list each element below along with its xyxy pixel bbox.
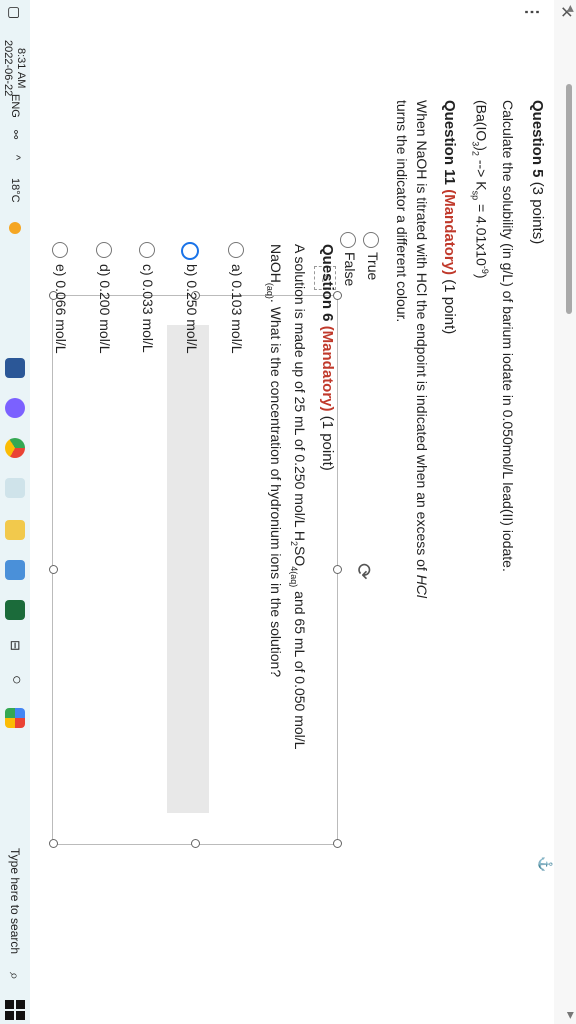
widgets-icon[interactable]: ⊟: [7, 640, 23, 651]
option-c[interactable]: c) 0.033 mol/L: [137, 242, 157, 542]
network-icon[interactable]: ⚯: [9, 130, 22, 139]
question5-points: (3 points): [529, 181, 546, 245]
file-explorer-icon[interactable]: [5, 560, 25, 580]
formula-sub: sp: [470, 190, 481, 201]
taskbar-search[interactable]: ⌕ Type here to search: [0, 832, 30, 992]
resize-handle[interactable]: [333, 565, 342, 574]
search-icon: ⌕: [7, 972, 23, 980]
weather-temp[interactable]: 18°C: [9, 178, 21, 203]
radio-button[interactable]: [52, 242, 68, 258]
chrome-icon[interactable]: [5, 438, 25, 458]
word-icon[interactable]: [5, 358, 25, 378]
radio-button[interactable]: [363, 232, 379, 248]
q6-text-part: and 65 mL of 0.050 mol/L: [292, 587, 308, 750]
scroll-thumb[interactable]: [566, 84, 572, 314]
question11-title: Question 11 (Mandatory) (1 point): [441, 100, 458, 334]
resize-handle[interactable]: [191, 839, 200, 848]
question6-text-line2: NaOH(aq). What is the concentration of h…: [265, 244, 284, 677]
hcl-italic: HCl: [414, 574, 430, 599]
notification-icon[interactable]: ▢: [6, 6, 23, 19]
option-c-label: c) 0.033 mol/L: [140, 264, 156, 353]
formula-part: = 4.01x10: [473, 200, 490, 266]
refresh-icon[interactable]: ⟳: [351, 563, 376, 580]
app-icon[interactable]: [5, 398, 25, 418]
scrollbar[interactable]: ◀ ▶: [562, 0, 576, 1024]
q6-text-part: . What is the concentration of hydronium…: [268, 298, 284, 678]
option-d[interactable]: d) 0.200 mol/L: [94, 242, 114, 542]
option-a-label: a) 0.103 mol/L: [229, 264, 245, 354]
weather-icon[interactable]: [9, 222, 21, 234]
q6-text-part: SO: [292, 546, 308, 567]
formula-part: --> K: [473, 155, 490, 191]
radio-button[interactable]: [340, 232, 356, 248]
mandatory-label: (Mandatory): [441, 189, 458, 276]
question6-text-line1: A solution is made up of 25 mL of 0.250 …: [289, 244, 308, 749]
option-b-label: b) 0.250 mol/L: [184, 264, 200, 354]
question5-title: Question 5 (3 points): [529, 100, 546, 244]
scroll-right-icon[interactable]: ▶: [562, 1012, 576, 1020]
question11-text: When NaOH is titrated with HCl the endpo…: [414, 100, 430, 571]
mandatory-label: (Mandatory): [319, 325, 336, 412]
option-a[interactable]: a) 0.103 mol/L: [226, 242, 246, 542]
clock-time[interactable]: 8:31 AM: [15, 48, 27, 88]
task-view-icon[interactable]: ○: [7, 675, 25, 685]
q6-text-part: A solution is made up of 25 mL of 0.250 …: [292, 244, 308, 542]
chevron-up-icon[interactable]: ^: [10, 155, 22, 160]
question6-title: Question 6 (Mandatory) (1 point): [319, 244, 336, 471]
question6-title-text: Question 6: [319, 244, 336, 322]
language-indicator[interactable]: ENG: [9, 94, 21, 118]
search-placeholder: Type here to search: [8, 848, 22, 955]
windows-start-icon[interactable]: [5, 1000, 25, 1020]
question11-title-text: Question 11: [441, 100, 458, 186]
q6-sub: (aq): [265, 282, 276, 299]
option-e-label: e) 0.066 mol/L: [53, 264, 69, 354]
formula-part: ): [473, 273, 490, 279]
radio-button[interactable]: [139, 242, 155, 258]
radio-button-selected[interactable]: [181, 242, 199, 260]
option-false-label: False: [342, 252, 358, 287]
question5-formula: (Ba(IO3)2 --> Ksp = 4.01x10-9): [471, 100, 490, 279]
option-b[interactable]: b) 0.250 mol/L: [181, 242, 201, 542]
resize-handle[interactable]: [49, 565, 58, 574]
more-options-icon[interactable]: ⋮: [521, 2, 541, 22]
option-e[interactable]: e) 0.066 mol/L: [50, 242, 70, 542]
question6-points: (1 point): [319, 415, 336, 471]
question11-text-line1: When NaOH is titrated with HCl the endpo…: [414, 100, 430, 598]
formula-part: (Ba(IO: [473, 100, 490, 142]
paint-3d-icon[interactable]: [5, 478, 25, 498]
question11-text-line2: turns the indicator a different colour.: [394, 100, 410, 323]
radio-button[interactable]: [96, 242, 112, 258]
scroll-left-icon[interactable]: ◀: [562, 5, 576, 13]
question11-points: (1 point): [441, 279, 458, 335]
formula-sup: -9: [480, 265, 490, 274]
option-d-label: d) 0.200 mol/L: [97, 264, 113, 354]
store-icon[interactable]: [5, 520, 25, 540]
resize-handle[interactable]: [333, 839, 342, 848]
q6-text-part: NaOH: [268, 244, 284, 283]
q6-sub: 4(aq): [289, 566, 300, 588]
resize-handle[interactable]: [49, 839, 58, 848]
option-true-label: True: [365, 252, 381, 281]
windows-taskbar: ⌕ Type here to search ○ ⊟ 18°C ^ ⚯ ENG 8…: [0, 0, 30, 1024]
screen: ✕ ⋮ ◀ ▶ ⚓ Question 5 (3 points) Calculat…: [0, 0, 576, 1024]
clock-date[interactable]: 2022-06-22: [2, 40, 14, 96]
anchor-icon: ⚓: [538, 856, 553, 873]
question5-title-text: Question 5: [529, 100, 546, 178]
app-icon[interactable]: [5, 600, 25, 620]
question5-text: Calculate the solubility (in g/L) of bar…: [500, 100, 516, 572]
paint-icon[interactable]: [5, 708, 25, 728]
radio-button[interactable]: [228, 242, 244, 258]
